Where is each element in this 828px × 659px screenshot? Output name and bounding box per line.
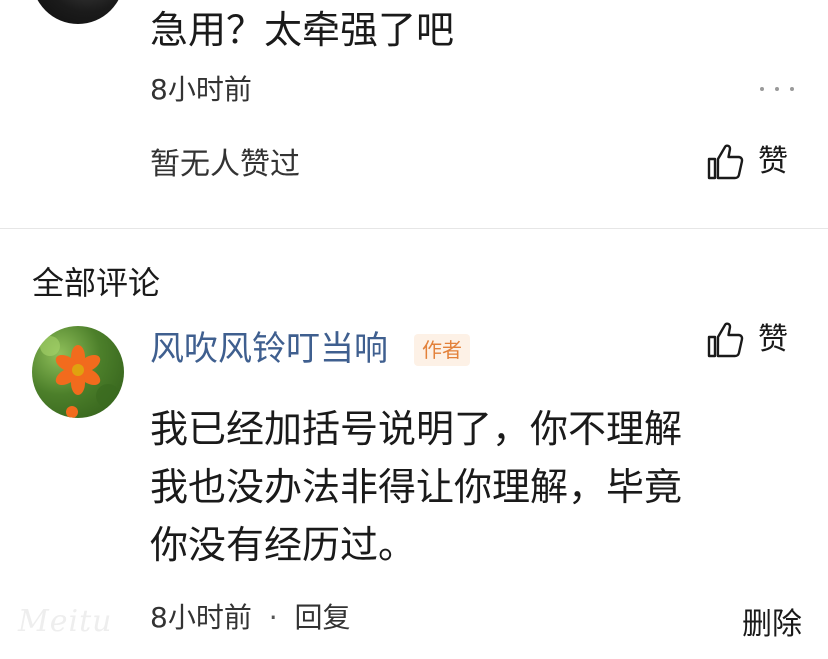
- like-label: 赞: [758, 144, 788, 179]
- comment-text: 我已经加括号说明了，你不理解 我也没办法非得让你理解，毕竟 你没有经历过。: [150, 400, 790, 574]
- author-avatar[interactable]: [32, 326, 124, 418]
- flower-avatar-image: [40, 336, 120, 418]
- comment-line: 我已经加括号说明了，你不理解: [150, 407, 683, 451]
- author-name-link[interactable]: 风吹风铃叮当响: [150, 326, 388, 372]
- reply-button[interactable]: 回复: [295, 601, 351, 634]
- author-badge: 作者: [414, 334, 470, 366]
- comment-timestamp: 8小时前: [150, 73, 252, 106]
- commenter-avatar[interactable]: [32, 0, 124, 24]
- section-title: 全部评论: [32, 264, 161, 302]
- comment-line: 我也没办法非得让你理解，毕竟: [150, 465, 683, 509]
- dot: [790, 87, 794, 91]
- like-label: 赞: [758, 322, 788, 357]
- section-divider: [0, 228, 828, 229]
- meta-separator: ·: [268, 601, 278, 634]
- comment-line: 你没有经历过。: [150, 523, 417, 567]
- like-button[interactable]: 赞: [706, 142, 788, 182]
- comment-timestamp: 8小时前: [150, 601, 252, 634]
- more-options-icon[interactable]: [760, 84, 794, 94]
- thumbs-up-icon: [707, 322, 744, 358]
- dot: [760, 87, 764, 91]
- delete-button[interactable]: 删除: [742, 606, 802, 644]
- thumbs-up-icon: [707, 144, 744, 180]
- comment-meta: 8小时前 · 回复: [150, 600, 351, 636]
- comment-text: 急用？太牵强了吧: [150, 8, 455, 52]
- watermark-logo: Meitu: [18, 604, 113, 639]
- dot: [775, 87, 779, 91]
- like-button[interactable]: 赞: [706, 320, 788, 360]
- likes-status: 暂无人赞过: [150, 147, 300, 182]
